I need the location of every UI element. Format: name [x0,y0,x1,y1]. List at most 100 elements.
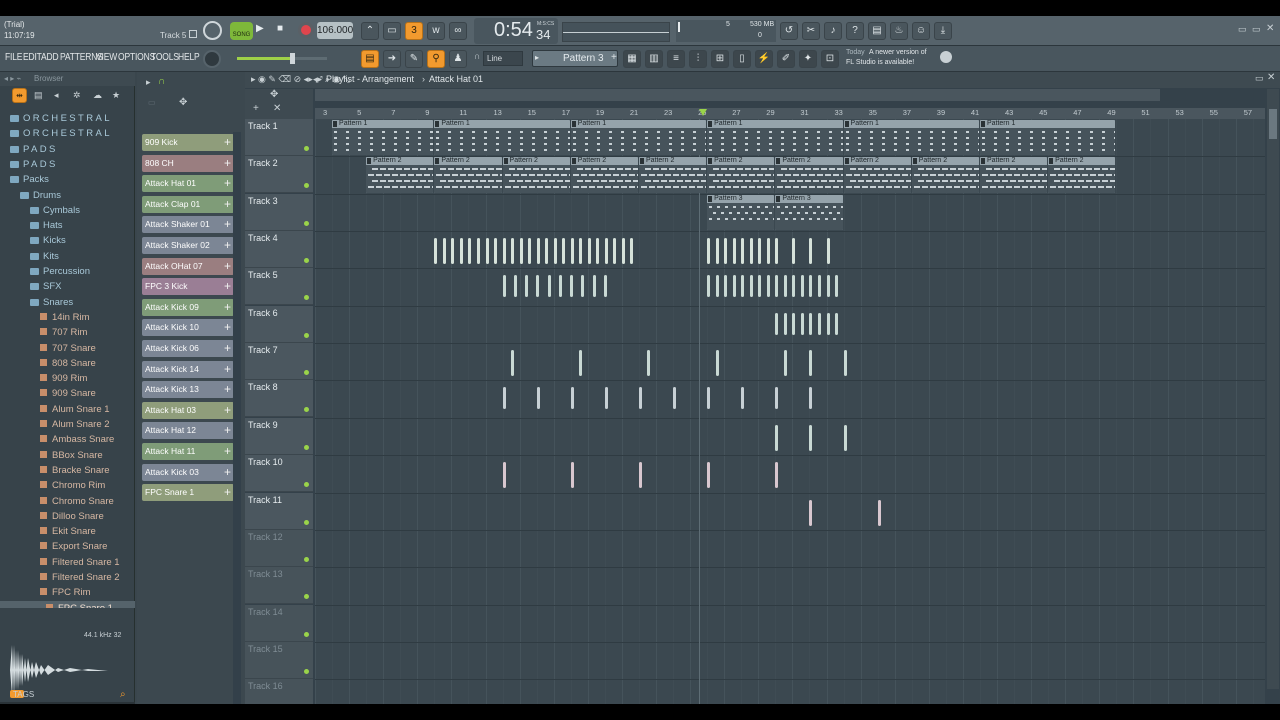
audio-hit[interactable] [485,238,489,265]
track-mute-led[interactable] [304,519,309,525]
browser-item[interactable]: Percussion [0,264,135,279]
browser-item[interactable]: Kicks [0,233,135,248]
metronome-icon[interactable]: ⌃ [361,22,379,40]
audio-hit[interactable] [442,238,446,265]
add-pattern-icon[interactable]: + [611,52,617,63]
channel-button[interactable]: Attack Kick 06 + [142,340,234,357]
channel-add-icon[interactable]: + [224,319,231,336]
audio-hit[interactable] [707,462,711,489]
audio-hit[interactable] [792,275,796,298]
audio-hit[interactable] [579,350,583,377]
audio-hit[interactable] [783,312,787,335]
track-mute-led[interactable] [304,594,309,600]
audio-hit[interactable] [741,387,745,410]
audio-hit[interactable] [502,238,506,265]
wait-input-icon[interactable]: ▭ [383,22,401,40]
audio-hit[interactable] [775,238,779,265]
track-mute-led[interactable] [304,668,309,674]
audio-hit[interactable] [570,238,574,265]
browser-item[interactable]: Alum Snare 1 [0,402,135,417]
audio-hit[interactable] [766,238,770,265]
track-mute-led[interactable] [304,332,309,338]
audio-hit[interactable] [826,238,830,265]
channel-add-icon[interactable]: + [224,278,231,295]
browser-files-icon[interactable]: ▤ [34,90,43,101]
audio-hit[interactable] [604,387,608,410]
audio-hit[interactable] [724,238,728,265]
audio-hit[interactable] [494,238,498,265]
track-mute-led[interactable] [304,220,309,226]
browser-item[interactable]: Ekit Snare [0,524,135,539]
audio-hit[interactable] [545,238,549,265]
audio-hit[interactable] [451,238,455,265]
pattern-clip[interactable]: Pattern 3 [707,194,775,231]
browser-item[interactable]: Filtered Snare 2 [0,570,135,585]
audio-hit[interactable] [536,275,540,298]
master-pitch-knob[interactable] [203,50,221,68]
audio-hit[interactable] [715,350,719,377]
audio-hit[interactable] [843,350,847,377]
channel-button[interactable]: Attack Hat 11 + [142,443,234,460]
channel-button[interactable]: Attack Kick 14 + [142,360,234,378]
browser-item[interactable]: 14in Rim [0,310,135,325]
audio-hit[interactable] [835,312,839,335]
browser-item[interactable]: FPC Snare 1 [0,600,135,608]
audio-hit[interactable] [809,238,813,265]
search-icon[interactable]: ⌕ [120,689,126,700]
maximize-icon[interactable]: ▭ [1252,24,1261,35]
audio-hit[interactable] [579,238,583,265]
pattern-clip[interactable]: Pattern 2 [979,157,1048,193]
master-volume-knob[interactable] [203,21,222,40]
cart-icon[interactable]: ⊡ [821,50,839,68]
browser-item[interactable]: 808 Snare [0,356,135,371]
audio-hit[interactable] [502,387,506,410]
browser-item[interactable]: 707 Rim [0,325,135,340]
channel-add-icon[interactable]: + [224,443,231,460]
channel-add-icon[interactable]: + [224,299,231,316]
channel-button[interactable]: 909 Kick + [142,134,234,151]
pattern-clip[interactable]: Pattern 1 [707,120,843,156]
audio-hit[interactable] [732,275,736,298]
stamp-icon[interactable]: ♟ [449,50,467,68]
audio-hit[interactable] [707,387,711,410]
faders-icon[interactable]: ⫶ [689,50,707,68]
audio-hit[interactable] [476,238,480,265]
audio-hit[interactable] [468,238,472,265]
audio-hit[interactable] [775,462,779,489]
browser-item[interactable]: Kits [0,249,135,264]
track-header[interactable]: Track 10 [245,455,313,493]
track-mute-led[interactable] [304,146,309,151]
audio-hit[interactable] [603,275,607,298]
channel-add-icon[interactable]: + [224,464,231,481]
audio-hit[interactable] [459,238,463,265]
browser-item[interactable]: Cymbals [0,203,135,218]
pencil-icon[interactable]: ✎ [405,50,423,68]
pattern-clip[interactable]: Pattern 2 [843,157,911,193]
mixer-cut-icon[interactable]: ✂ [802,22,820,40]
browser-item[interactable]: Packs [0,172,135,187]
audio-hit[interactable] [707,275,711,298]
stop-button[interactable]: ■ [277,23,283,34]
tools-icon[interactable]: ✦ [799,50,817,68]
track-header[interactable]: Track 2 [245,156,313,194]
audio-hit[interactable] [715,275,719,298]
chat-icon[interactable]: ☺ [912,22,930,40]
loop-record-icon[interactable]: ∞ [449,22,467,40]
audio-hit[interactable] [817,275,821,298]
file-icon[interactable]: ▯ [733,50,751,68]
channel-button[interactable]: Attack OHat 07 + [142,257,234,275]
audio-hit[interactable] [775,312,779,335]
timeline-ruler[interactable]: 3 5 7 9 11 13 15 17 19 21 23 25 27 29 31 33 35 37 39 41 43 45… [315,108,1265,119]
audio-hit[interactable] [511,238,515,265]
audio-hit[interactable] [732,238,736,265]
pattern-clip[interactable]: Pattern 2 [707,157,775,193]
track-header[interactable]: Track 16 [245,679,313,704]
channel-add-icon[interactable]: + [224,422,231,439]
audio-hit[interactable] [809,499,813,526]
pl-add-track-icon[interactable]: + [253,103,259,114]
mixer-icon[interactable]: ≡ [667,50,685,68]
brush-icon[interactable]: ✐ [777,50,795,68]
channel-add-icon[interactable]: + [224,340,231,357]
browser-star-icon[interactable]: ★ [112,90,120,101]
audio-hit[interactable] [581,275,585,298]
